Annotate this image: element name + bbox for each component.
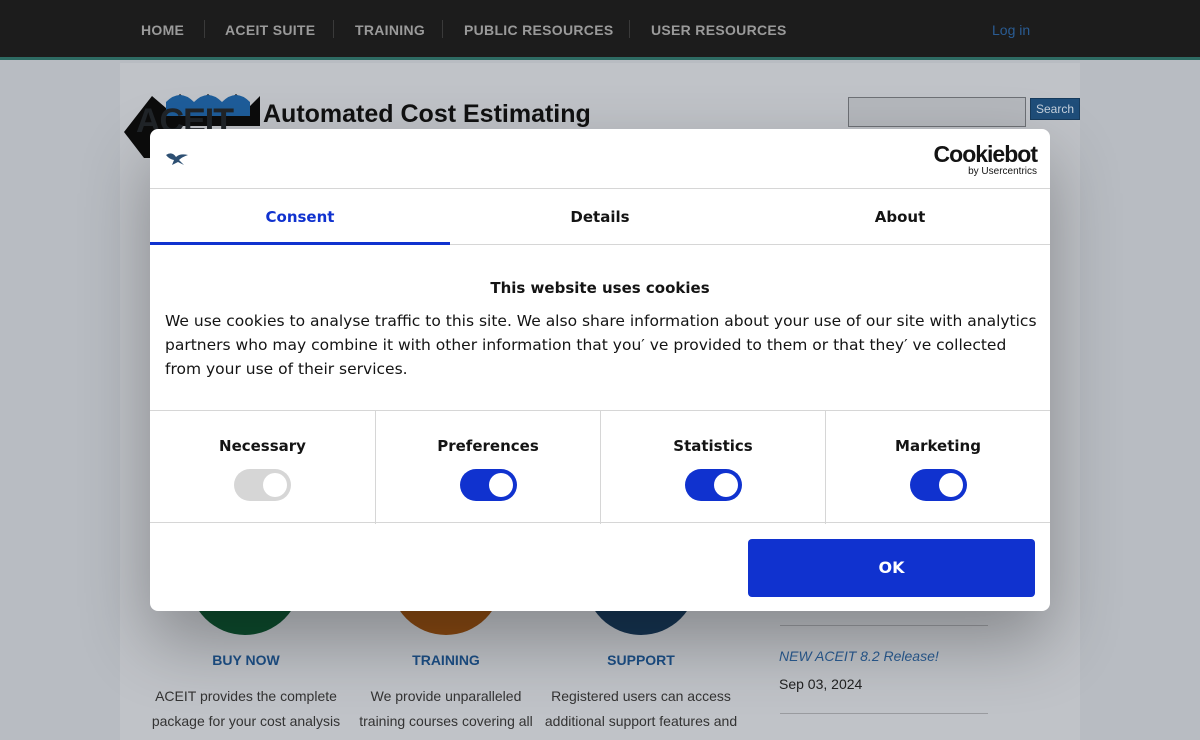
necessary-toggle [234, 469, 291, 501]
bird-logo-icon [166, 153, 188, 165]
statistics-toggle[interactable] [685, 469, 742, 501]
toggle-knob [263, 473, 287, 497]
brand-name: Cookiebot [933, 141, 1038, 167]
tab-consent[interactable]: Consent [150, 189, 450, 245]
category-necessary: Necessary [150, 411, 375, 524]
marketing-toggle[interactable] [910, 469, 967, 501]
tab-details[interactable]: Details [450, 189, 750, 245]
cookie-consent-dialog: Cookiebot by Usercentrics Consent Detail… [150, 129, 1050, 611]
category-label: Marketing [895, 437, 981, 455]
toggle-knob [489, 473, 513, 497]
brand-sub: by Usercentrics [968, 166, 1037, 177]
cookiebot-logo[interactable]: Cookiebot by Usercentrics [933, 141, 1038, 177]
dialog-header: Cookiebot by Usercentrics [150, 129, 1050, 189]
tab-about[interactable]: About [750, 189, 1050, 245]
dialog-tabs: Consent Details About [150, 189, 1050, 245]
category-preferences: Preferences [375, 411, 600, 524]
preferences-toggle[interactable] [460, 469, 517, 501]
consent-categories: Necessary Preferences Statistics Marketi… [150, 410, 1050, 524]
toggle-knob [939, 473, 963, 497]
dialog-text: We use cookies to analyse traffic to thi… [165, 312, 1037, 378]
category-label: Preferences [437, 437, 539, 455]
ok-button[interactable]: OK [748, 539, 1035, 597]
category-label: Necessary [219, 437, 306, 455]
category-marketing: Marketing [825, 411, 1050, 524]
category-label: Statistics [673, 437, 753, 455]
dialog-heading: This website uses cookies [490, 279, 710, 297]
category-statistics: Statistics [600, 411, 825, 524]
toggle-knob [714, 473, 738, 497]
